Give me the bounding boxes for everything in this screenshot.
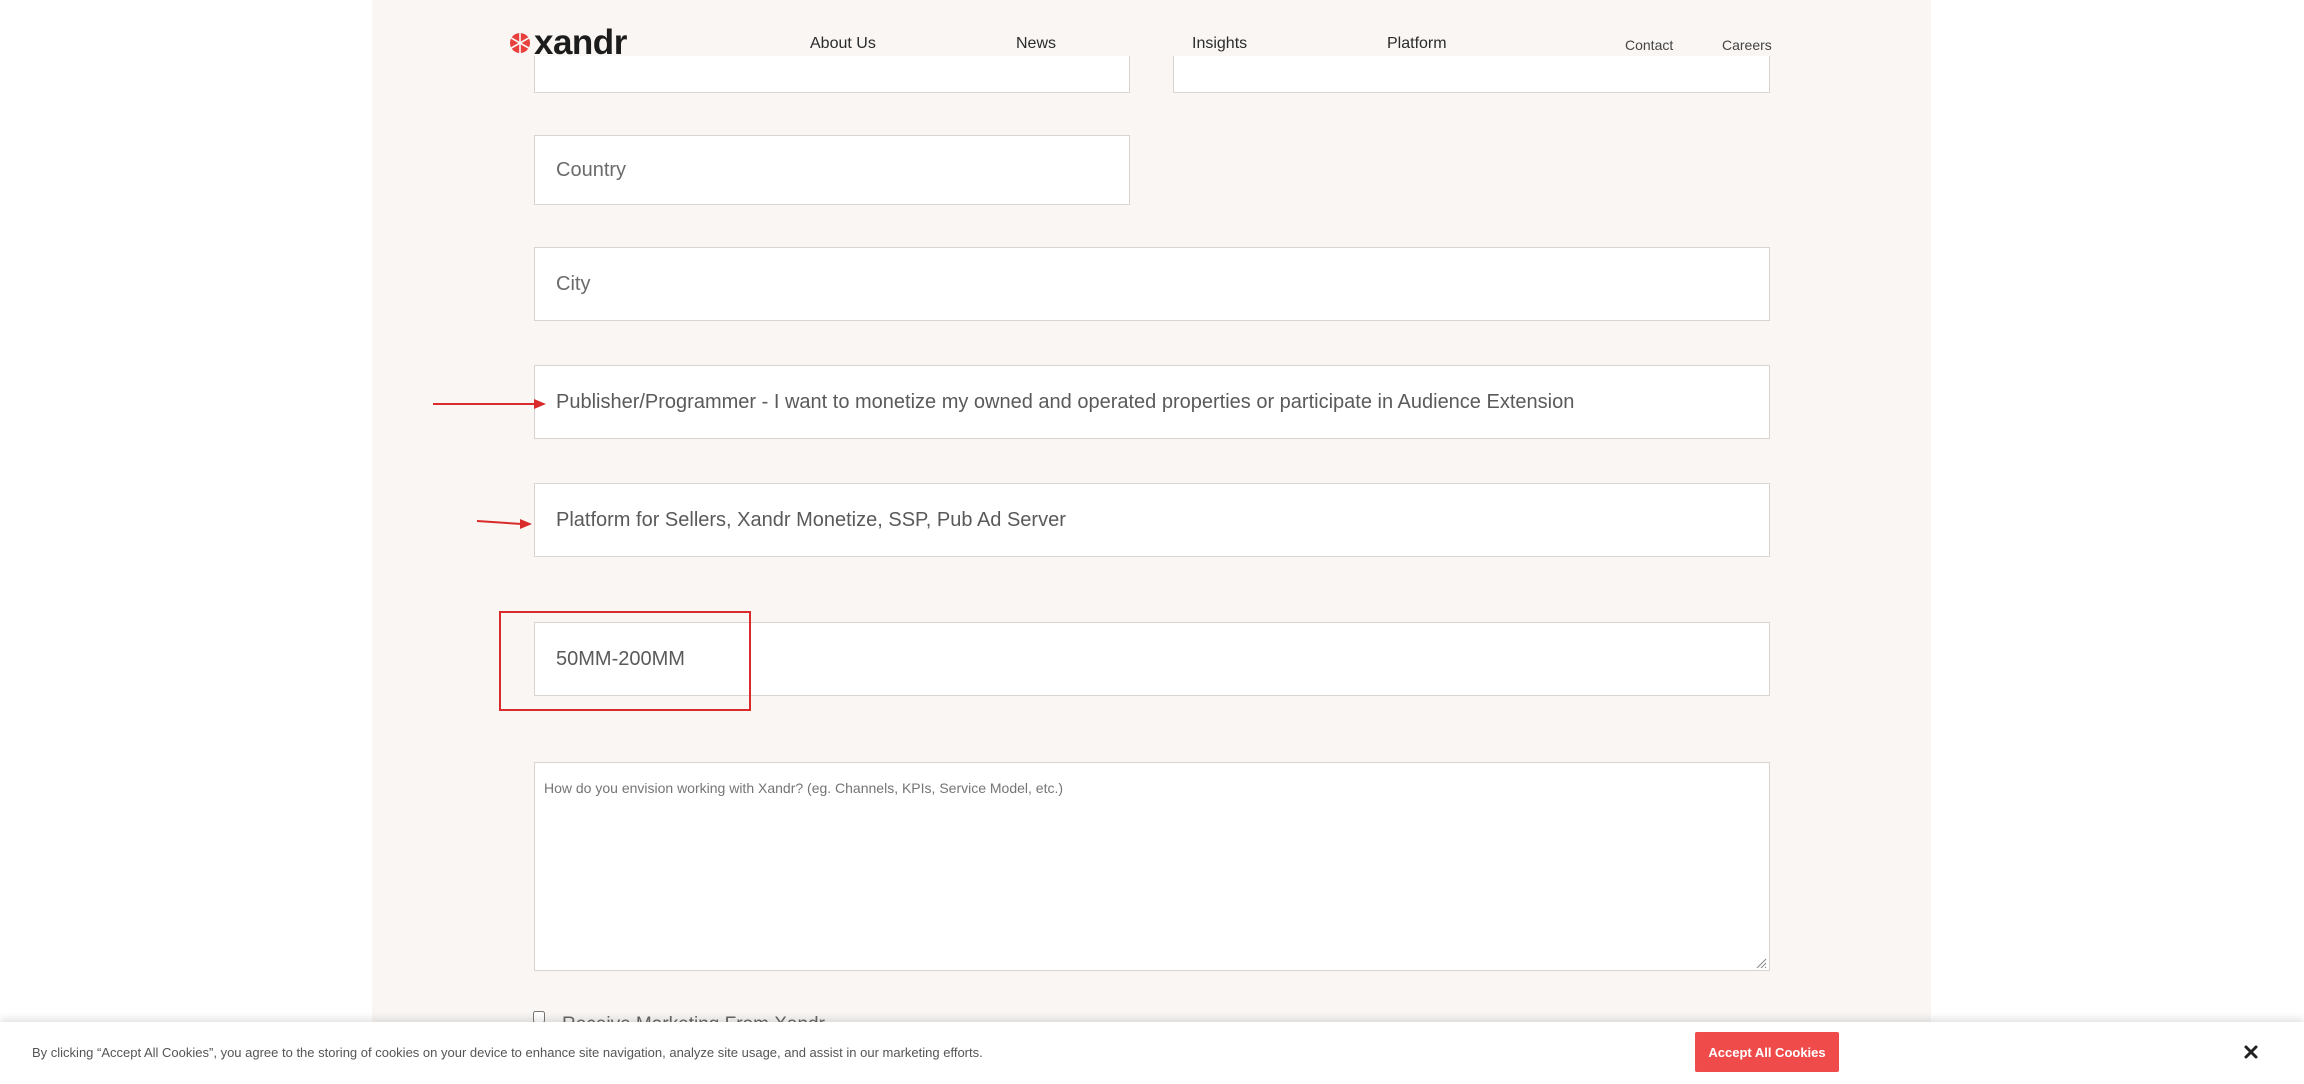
country-placeholder: Country — [556, 158, 627, 181]
city-placeholder: City — [556, 272, 591, 295]
close-icon — [2244, 1045, 2258, 1059]
cookie-banner: By clicking “Accept All Cookies”, you ag… — [0, 1022, 2304, 1084]
partial-field-left[interactable] — [534, 56, 1130, 93]
page: xandr About Us News Insights Platform Co… — [0, 0, 2304, 1084]
nav-insights[interactable]: Insights — [1192, 34, 1247, 54]
cookie-banner-text: By clicking “Accept All Cookies”, you ag… — [32, 1045, 983, 1060]
message-textarea[interactable] — [534, 762, 1770, 971]
annotation-highlight-box — [499, 611, 751, 711]
product-interest-select[interactable]: Platform for Sellers, Xandr Monetize, SS… — [534, 483, 1770, 557]
accept-all-cookies-button[interactable]: Accept All Cookies — [1695, 1032, 1839, 1072]
country-field[interactable]: Country — [534, 135, 1130, 205]
nav-contact[interactable]: Contact — [1625, 35, 1673, 55]
xandr-logo-icon — [510, 33, 530, 53]
nav-about-us[interactable]: About Us — [810, 34, 876, 54]
company-type-value: Publisher/Programmer - I want to monetiz… — [556, 390, 1575, 413]
close-banner-button[interactable] — [2238, 1039, 2264, 1065]
nav-news[interactable]: News — [1016, 34, 1056, 54]
nav-careers[interactable]: Careers — [1722, 35, 1772, 55]
product-interest-value: Platform for Sellers, Xandr Monetize, SS… — [556, 508, 1066, 531]
company-type-select[interactable]: Publisher/Programmer - I want to monetiz… — [534, 365, 1770, 439]
resize-grip-icon[interactable] — [1755, 957, 1767, 969]
partial-field-right[interactable] — [1173, 56, 1770, 93]
city-field[interactable]: City — [534, 247, 1770, 321]
nav-platform[interactable]: Platform — [1387, 34, 1447, 54]
